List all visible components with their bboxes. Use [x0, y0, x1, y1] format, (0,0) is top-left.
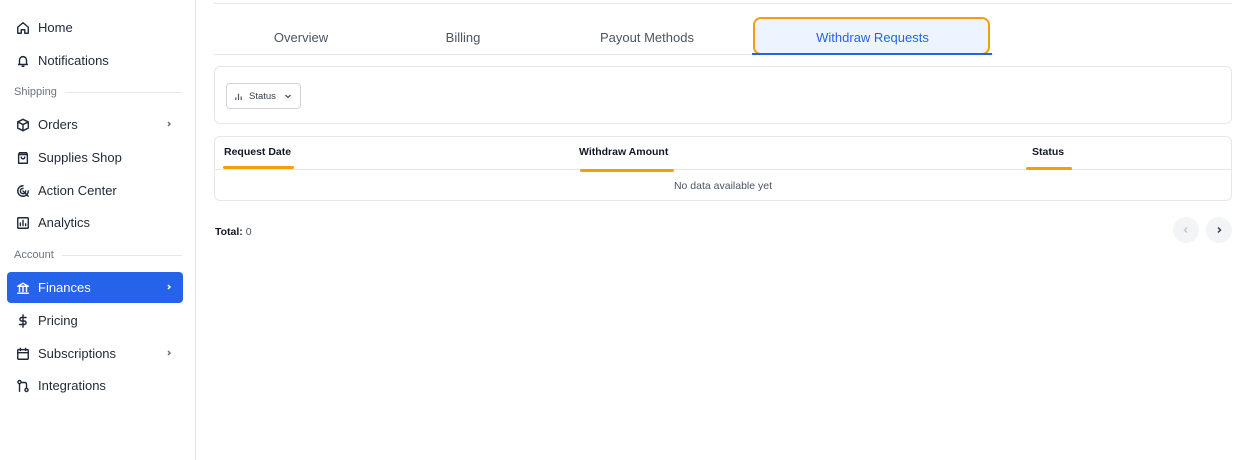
- next-page-button[interactable]: [1206, 217, 1232, 243]
- tab-withdraw-requests[interactable]: Withdraw Requests: [755, 20, 990, 54]
- sidebar-item-pricing[interactable]: Pricing: [7, 305, 183, 336]
- column-header-request-date[interactable]: Request Date: [224, 146, 291, 158]
- dollar-icon: [16, 313, 30, 328]
- tab-overview[interactable]: Overview: [244, 20, 358, 54]
- sidebar-item-integrations[interactable]: Integrations: [7, 370, 183, 401]
- active-tab-underline: [752, 53, 992, 55]
- sidebar-item-label: Orders: [38, 117, 78, 132]
- sidebar-item-subscriptions[interactable]: Subscriptions: [7, 338, 183, 369]
- sidebar-item-orders[interactable]: Orders: [7, 109, 183, 140]
- sidebar-item-label: Integrations: [38, 378, 106, 393]
- withdraw-requests-table: Request Date Withdraw Amount Status No d…: [214, 136, 1232, 201]
- sidebar-item-label: Action Center: [38, 183, 117, 198]
- calendar-icon: [16, 347, 30, 361]
- total-label: Total:: [215, 226, 243, 238]
- top-divider: [214, 3, 1232, 4]
- table-header: Request Date Withdraw Amount Status: [215, 137, 1231, 172]
- sidebar-item-home[interactable]: Home: [7, 12, 183, 43]
- column-header-status[interactable]: Status: [1032, 146, 1064, 158]
- total-count: Total: 0: [215, 226, 252, 238]
- sidebar-item-label: Notifications: [38, 53, 109, 68]
- chevron-right-icon: [164, 347, 174, 359]
- status-filter-label: Status: [249, 90, 276, 102]
- shopping-bag-icon: [16, 151, 30, 165]
- box-icon: [16, 118, 30, 132]
- sidebar-item-label: Subscriptions: [38, 346, 117, 361]
- column-header-withdraw-amount[interactable]: Withdraw Amount: [579, 146, 668, 158]
- prev-page-button[interactable]: [1173, 217, 1199, 243]
- sidebar-item-action-center[interactable]: Action Center: [7, 175, 183, 206]
- tab-payout-methods[interactable]: Payout Methods: [579, 20, 715, 54]
- chevron-right-icon: [164, 281, 174, 293]
- sidebar-item-finances[interactable]: Finances: [7, 272, 183, 303]
- sidebar-item-analytics[interactable]: Analytics: [7, 207, 183, 238]
- chevron-right-icon: [1217, 226, 1222, 234]
- sidebar-item-supplies-shop[interactable]: Supplies Shop: [7, 142, 183, 173]
- tab-bar: Overview Billing Payout Methods Withdraw…: [214, 20, 994, 55]
- bar-chart-icon: [235, 93, 242, 100]
- home-icon: [16, 21, 30, 35]
- chart-icon: [16, 216, 30, 230]
- highlight-underline: [223, 166, 294, 169]
- sidebar-item-label: Finances: [38, 280, 91, 295]
- sidebar-item-label: Pricing: [38, 313, 78, 328]
- status-filter-button[interactable]: Status: [226, 83, 301, 109]
- sidebar-item-label: Supplies Shop: [38, 150, 122, 165]
- chevron-right-icon: [164, 118, 174, 130]
- chevron-down-icon: [284, 94, 291, 99]
- empty-state-text: No data available yet: [673, 180, 773, 192]
- git-pull-request-icon: [16, 379, 30, 393]
- sidebar: Home Notifications Shipping Orders Suppl…: [0, 0, 196, 460]
- tab-billing[interactable]: Billing: [407, 20, 519, 54]
- target-icon: [16, 184, 30, 198]
- sidebar-item-notifications[interactable]: Notifications: [7, 45, 183, 76]
- sidebar-item-label: Analytics: [38, 215, 91, 230]
- filter-bar: Status: [214, 66, 1232, 124]
- highlight-underline: [1026, 167, 1072, 170]
- highlight-underline: [580, 169, 674, 172]
- sidebar-item-label: Home: [38, 20, 73, 35]
- section-account: Account: [14, 249, 182, 261]
- bank-icon: [16, 281, 30, 295]
- bell-icon: [16, 54, 30, 68]
- section-shipping: Shipping: [14, 86, 182, 98]
- chevron-left-icon: [1183, 226, 1188, 234]
- total-value: 0: [245, 226, 252, 238]
